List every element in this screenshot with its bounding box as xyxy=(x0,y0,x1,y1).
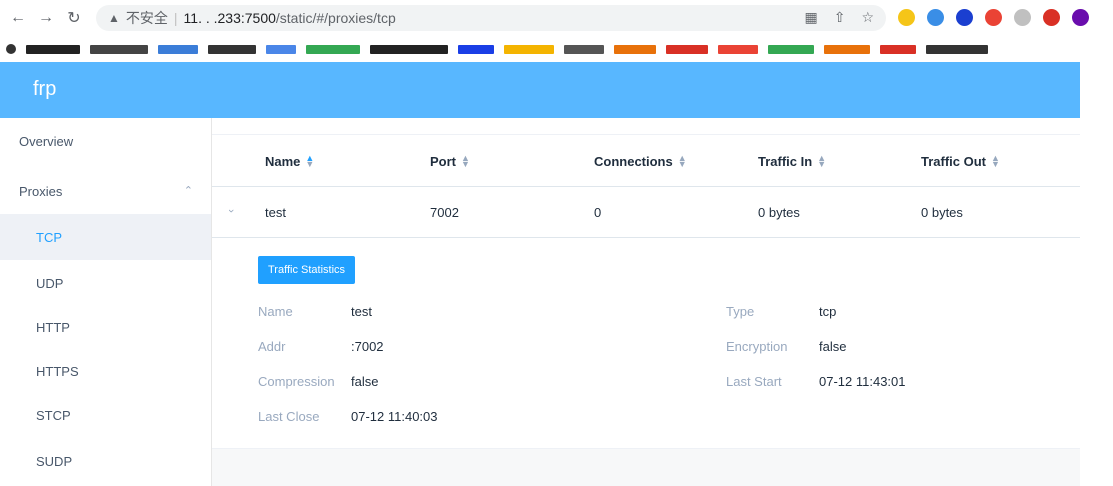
bookmark-item[interactable] xyxy=(158,44,198,54)
detail-label-addr: Addr xyxy=(258,339,286,354)
detail-label-encryption: Encryption xyxy=(726,339,788,354)
forward-icon[interactable]: → xyxy=(36,8,56,28)
detail-value-name: test xyxy=(351,304,372,319)
bookmark-item[interactable] xyxy=(768,44,814,54)
cell-traffic-out: 0 bytes xyxy=(921,204,963,220)
column-header-connections[interactable]: Connections ▲ ▼ xyxy=(594,135,687,187)
bookmark-item[interactable] xyxy=(880,44,916,54)
sidebar-item-proxies[interactable]: Proxies ⌃ xyxy=(0,168,211,214)
bookmark-item[interactable] xyxy=(504,44,554,54)
sidebar: Overview Proxies ⌃ TCP UDP HTTP HTTPS ST… xyxy=(0,118,212,486)
detail-value-compression: false xyxy=(351,374,379,389)
detail-value-addr: :7002 xyxy=(351,339,384,354)
cell-connections: 0 xyxy=(594,204,602,220)
bookmark-item[interactable] xyxy=(614,44,656,54)
back-icon[interactable]: ← xyxy=(8,8,28,28)
detail-value-encryption: false xyxy=(819,339,847,354)
detail-value-last-close: 07-12 11:40:03 xyxy=(351,409,438,424)
url-host: 11. . .233:7500 xyxy=(183,10,276,26)
sort-icon[interactable]: ▲ ▼ xyxy=(461,154,470,169)
security-label: 不安全 xyxy=(125,10,168,26)
column-header-traffic-out[interactable]: Traffic Out ▲ ▼ xyxy=(921,135,1000,187)
address-separator: | xyxy=(173,10,178,26)
detail-label-last-start: Last Start xyxy=(726,374,782,389)
column-header-name[interactable]: Name ▲ ▼ xyxy=(265,135,314,187)
extension-icon[interactable] xyxy=(956,9,973,26)
extension-icon[interactable] xyxy=(985,9,1002,26)
reload-icon[interactable]: ↻ xyxy=(64,8,84,28)
sidebar-item-https[interactable]: HTTPS xyxy=(0,348,211,394)
chevron-down-icon[interactable]: › xyxy=(225,209,237,213)
extension-icon[interactable] xyxy=(1014,9,1031,26)
cell-name: test xyxy=(265,204,286,220)
cell-port: 7002 xyxy=(430,204,459,220)
table-footer xyxy=(212,448,1080,486)
extensions-bar xyxy=(898,9,1089,26)
extension-icon[interactable] xyxy=(1072,9,1089,26)
row-details: Traffic Statistics Name test Type tcp Ad… xyxy=(212,238,1080,448)
share-icon[interactable]: ⇧ xyxy=(834,9,846,26)
chevron-up-icon: ⌃ xyxy=(183,185,193,197)
column-header-traffic-in[interactable]: Traffic In ▲ ▼ xyxy=(758,135,826,187)
sort-icon[interactable]: ▲ ▼ xyxy=(817,154,826,169)
detail-value-type: tcp xyxy=(819,304,837,319)
bookmark-item[interactable] xyxy=(824,44,870,54)
sidebar-item-label: HTTPS xyxy=(36,363,79,379)
sort-icon[interactable]: ▲ ▼ xyxy=(991,154,1000,169)
table-row[interactable]: › test 7002 0 0 bytes 0 bytes xyxy=(212,187,1080,238)
bookmarks-bar xyxy=(0,36,1113,62)
bookmark-item[interactable] xyxy=(90,44,148,54)
sidebar-item-label: STCP xyxy=(36,407,71,423)
sidebar-item-tcp[interactable]: TCP xyxy=(0,214,211,260)
detail-label-name: Name xyxy=(258,304,293,319)
extension-icon[interactable] xyxy=(898,9,915,26)
sidebar-item-stcp[interactable]: STCP xyxy=(0,392,211,438)
detail-label-compression: Compression xyxy=(258,374,335,389)
traffic-statistics-button[interactable]: Traffic Statistics xyxy=(258,256,356,284)
table-header: Name ▲ ▼ Port ▲ ▼ Connections ▲ ▼ Traffic I… xyxy=(212,134,1080,187)
bookmark-item[interactable] xyxy=(718,44,758,54)
detail-label-type: Type xyxy=(726,304,755,319)
app-header: frp xyxy=(0,62,1080,118)
bookmark-item[interactable] xyxy=(926,44,988,54)
detail-value-last-start: 07-12 11:43:01 xyxy=(819,374,906,389)
url-path: /static/#/proxies/tcp xyxy=(275,10,396,26)
bookmark-item[interactable] xyxy=(666,44,708,54)
sidebar-item-http[interactable]: HTTP xyxy=(0,304,211,350)
bookmark-item[interactable] xyxy=(266,44,296,54)
sidebar-item-udp[interactable]: UDP xyxy=(0,260,211,306)
sidebar-item-label: SUDP xyxy=(36,453,73,469)
sidebar-item-sudp[interactable]: SUDP xyxy=(0,438,211,484)
bookmark-star-icon[interactable]: ☆ xyxy=(861,9,874,26)
globe-icon[interactable] xyxy=(6,44,16,54)
bookmark-item[interactable] xyxy=(458,44,494,54)
sort-icon[interactable]: ▲ ▼ xyxy=(678,154,687,169)
bookmark-item[interactable] xyxy=(306,44,360,54)
sidebar-item-label: Proxies xyxy=(19,183,63,199)
warning-icon: ▲ xyxy=(108,11,120,25)
column-header-port[interactable]: Port ▲ ▼ xyxy=(430,135,470,187)
extension-icon[interactable] xyxy=(927,9,944,26)
bookmark-item[interactable] xyxy=(26,44,80,54)
detail-label-last-close: Last Close xyxy=(258,409,320,424)
sidebar-item-label: UDP xyxy=(36,275,64,291)
bookmark-item[interactable] xyxy=(208,44,256,54)
app-logo[interactable]: frp xyxy=(33,78,56,101)
sidebar-item-label: TCP xyxy=(36,229,62,245)
proxies-table: Name ▲ ▼ Port ▲ ▼ Connections ▲ ▼ Traffic I… xyxy=(212,118,1080,486)
cell-traffic-in: 0 bytes xyxy=(758,204,800,220)
address-bar[interactable]: ▲ 不安全 | 11. . .233:7500 /static/#/proxie… xyxy=(96,5,886,31)
extension-icon[interactable] xyxy=(1043,9,1060,26)
sidebar-item-overview[interactable]: Overview xyxy=(0,118,211,164)
sidebar-item-label: HTTP xyxy=(36,319,70,335)
sort-icon[interactable]: ▲ ▼ xyxy=(305,154,314,169)
translate-icon[interactable]: ▦ xyxy=(804,9,817,26)
bookmark-item[interactable] xyxy=(370,44,448,54)
browser-toolbar: ← → ↻ ▲ 不安全 | 11. . .233:7500 /static/#/… xyxy=(0,0,1113,36)
sidebar-item-label: Overview xyxy=(19,133,74,149)
page-gutter xyxy=(1080,62,1113,486)
bookmark-item[interactable] xyxy=(564,44,604,54)
